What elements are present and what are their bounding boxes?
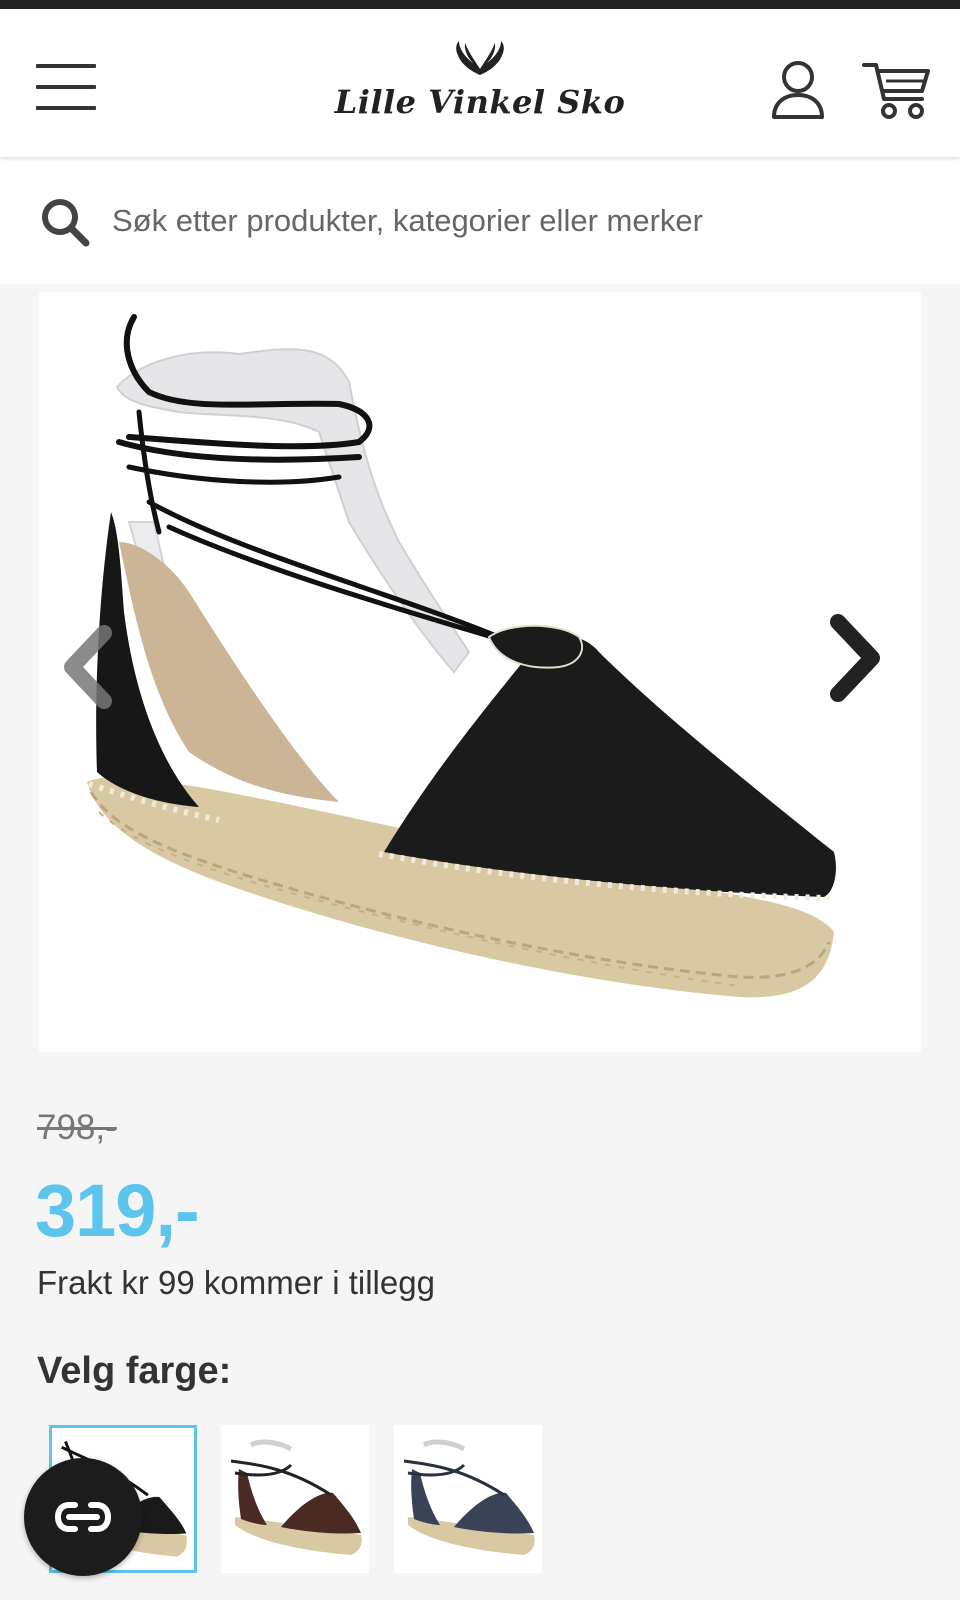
cart-icon[interactable] [862,59,932,121]
color-swatch-navy[interactable] [394,1425,542,1573]
chat-icon[interactable] [24,1458,142,1576]
search-icon[interactable] [38,195,92,249]
color-picker-label: Velg farge: [37,1350,232,1392]
color-swatch-image [403,1439,535,1555]
shipping-note: Frakt kr 99 kommer i tillegg [37,1264,435,1301]
top-status-strip [0,0,960,9]
search-input[interactable] [112,193,932,249]
user-icon[interactable] [770,59,826,121]
color-swatch-image [230,1439,362,1555]
brand-name: Lille Vinkel Sko [334,83,626,121]
chat-logo-icon [54,1502,112,1532]
brand-logo[interactable]: Lille Vinkel Sko [330,39,630,139]
chevron-right-icon[interactable] [824,612,886,704]
antlers-logo-icon [456,41,504,75]
original-price: 798,- [37,1108,117,1147]
site-header: Lille Vinkel Sko [0,9,960,157]
sale-price: 319,- [35,1169,200,1252]
color-swatch-brown[interactable] [221,1425,369,1573]
chevron-left-icon[interactable] [60,625,116,709]
search-bar [0,157,960,284]
product-image [87,314,836,998]
hamburger-icon[interactable] [36,64,96,114]
product-image-gallery[interactable] [39,292,921,1052]
